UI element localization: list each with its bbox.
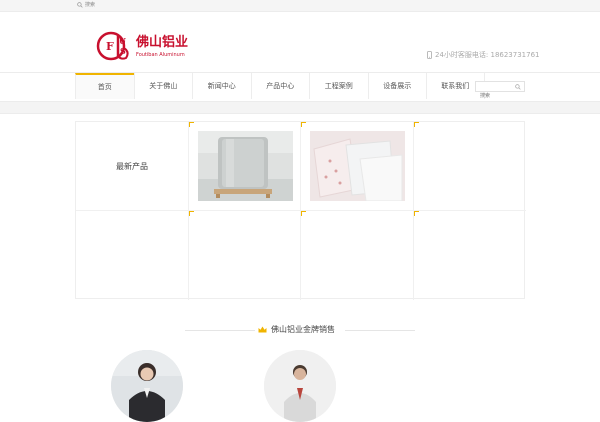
title-divider-right (345, 330, 415, 331)
nav-item-label: 产品中心 (266, 82, 295, 90)
svg-text:U: U (119, 36, 126, 46)
logo-cn-text: 佛山铝业 (136, 35, 189, 50)
search-icon[interactable] (515, 84, 521, 90)
header: F U S 佛山铝业 Foutiban Aluminum 24小时客服电话: 1… (0, 12, 600, 72)
corner-accent (413, 122, 419, 127)
product-image-aluminum-sheets[interactable] (310, 131, 405, 201)
top-bar: 搜索 (0, 0, 600, 12)
top-search-link[interactable]: 搜索 (77, 1, 95, 8)
svg-text:S: S (120, 46, 126, 56)
nav-item-label: 工程案例 (324, 82, 353, 90)
sales-section-title: 佛山铝业金牌销售 (0, 322, 600, 338)
product-image-aluminum-coil[interactable] (197, 131, 293, 201)
svg-text:F: F (106, 40, 114, 53)
latest-products-title: 最新产品 (116, 162, 148, 171)
crown-icon (258, 326, 267, 333)
title-divider-left (185, 330, 255, 331)
product-card[interactable] (301, 122, 414, 211)
nav-item-label: 首页 (97, 83, 112, 91)
phone-icon (427, 51, 432, 59)
grid-cell (413, 211, 527, 300)
nav-item-home[interactable]: 首页 (75, 73, 134, 99)
product-card[interactable] (188, 122, 301, 211)
corner-accent (188, 122, 194, 127)
nav-item-label: 新闻中心 (207, 82, 236, 90)
main-nav: 首页 关于佛山 新闻中心 产品中心 工程案例 设备展示 联系我们 (0, 72, 600, 102)
nav-item-about[interactable]: 关于佛山 (133, 73, 193, 99)
logo[interactable]: F U S 佛山铝业 Foutiban Aluminum (96, 28, 192, 68)
nav-item-products[interactable]: 产品中心 (250, 73, 310, 99)
nav-search-input[interactable] (476, 91, 514, 101)
grid-cell: 最新产品 (76, 122, 189, 211)
corner-accent (301, 122, 306, 127)
salesperson-avatar[interactable] (264, 350, 336, 422)
logo-en-text: Foutiban Aluminum (136, 52, 185, 58)
logo-mark-icon: F U S (96, 31, 129, 61)
nav-item-label: 关于佛山 (149, 82, 178, 90)
corner-accent (301, 211, 306, 216)
search-icon (77, 1, 83, 8)
nav-item-cases[interactable]: 工程案例 (309, 73, 368, 99)
sales-title-text: 佛山铝业金牌销售 (271, 325, 335, 334)
divider-strip (0, 102, 600, 114)
grid-cell (188, 211, 301, 300)
product-grid: 最新产品 (75, 121, 527, 300)
corner-accent (188, 211, 194, 216)
hotline: 24小时客服电话: 18623731761 (427, 50, 539, 60)
nav-item-news[interactable]: 新闻中心 (192, 73, 251, 99)
corner-accent (413, 211, 419, 216)
hotline-text: 24小时客服电话: 18623731761 (435, 51, 540, 59)
nav-item-label: 联系我们 (441, 82, 470, 90)
grid-cell (413, 122, 526, 211)
salesperson-avatar[interactable] (111, 350, 183, 422)
grid-cell (301, 211, 414, 300)
nav-item-equipment[interactable]: 设备展示 (367, 73, 427, 99)
nav-item-label: 设备展示 (383, 82, 412, 90)
nav-search-box (475, 81, 525, 101)
grid-cell (76, 211, 189, 300)
top-search-label: 搜索 (85, 2, 96, 8)
